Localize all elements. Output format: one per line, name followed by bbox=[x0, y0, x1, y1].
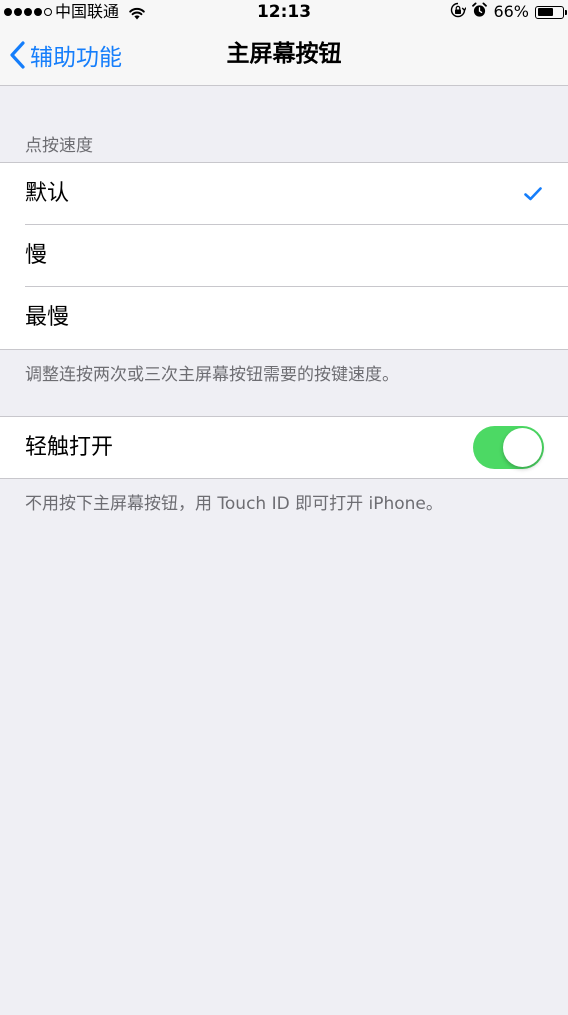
section-header-click-speed: 点按速度 bbox=[25, 136, 93, 156]
option-label: 最慢 bbox=[25, 305, 70, 330]
toggle-knob bbox=[503, 428, 542, 467]
navigation-bar: 辅助功能 主屏幕按钮 bbox=[0, 24, 568, 86]
checkmark-icon bbox=[524, 187, 542, 201]
battery-level bbox=[537, 8, 553, 16]
rest-finger-group: 轻触打开 bbox=[0, 416, 568, 479]
option-label: 默认 bbox=[25, 181, 70, 206]
option-default[interactable]: 默认 bbox=[0, 163, 568, 225]
page-title: 主屏幕按钮 bbox=[226, 41, 342, 67]
alarm-icon bbox=[472, 2, 488, 23]
status-bar: 中国联通 12:13 66% bbox=[0, 0, 568, 24]
rest-finger-footer: 不用按下主屏幕按钮，用 Touch ID 即可打开 iPhone。 bbox=[25, 494, 443, 514]
orientation-lock-icon bbox=[450, 2, 468, 23]
rest-finger-toggle[interactable] bbox=[473, 426, 544, 469]
rest-finger-row: 轻触打开 bbox=[0, 417, 568, 478]
click-speed-footer: 调整连按两次或三次主屏幕按钮需要的按键速度。 bbox=[25, 365, 399, 385]
status-right: 66% bbox=[450, 1, 567, 23]
option-slowest[interactable]: 最慢 bbox=[0, 287, 568, 349]
click-speed-group: 默认 慢 最慢 bbox=[0, 162, 568, 350]
rest-finger-label: 轻触打开 bbox=[25, 435, 114, 460]
battery-icon bbox=[535, 5, 567, 19]
battery-percentage: 66% bbox=[493, 2, 529, 21]
option-slow[interactable]: 慢 bbox=[0, 225, 568, 287]
option-label: 慢 bbox=[25, 243, 48, 268]
